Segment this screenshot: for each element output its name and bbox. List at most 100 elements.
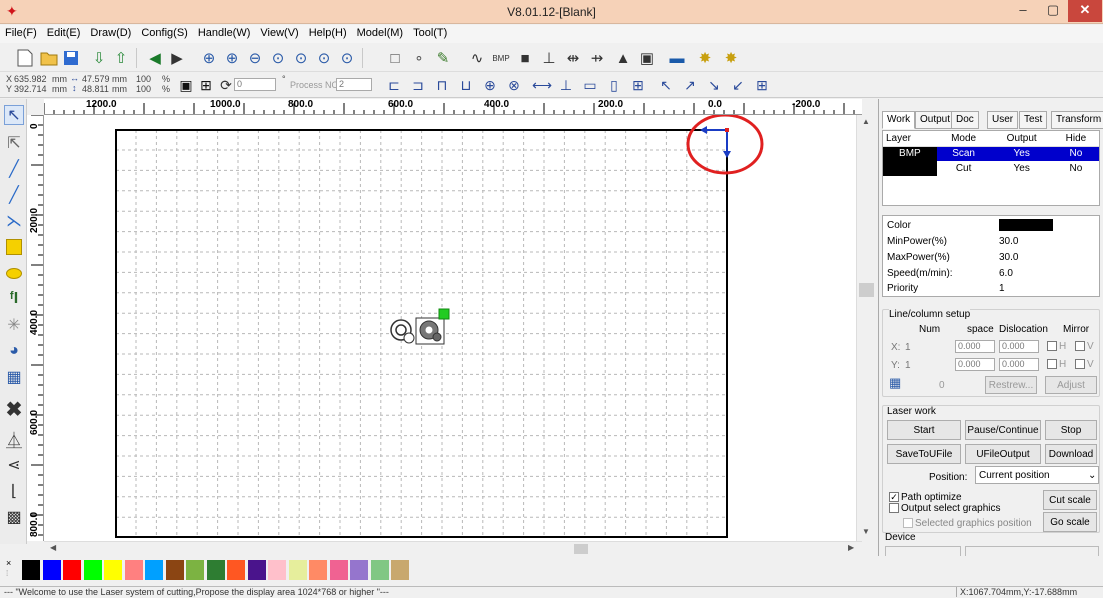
point-tool-icon[interactable]: ✳ [4, 315, 24, 335]
curve-icon[interactable]: ∿ [466, 47, 488, 69]
color-layer-2-icon[interactable]: ✸ [720, 47, 742, 69]
menu-config[interactable]: Config(S) [136, 25, 192, 39]
color-swatch[interactable] [165, 560, 184, 580]
distribute-h-icon[interactable]: ⇹ [562, 47, 584, 69]
layer-hide[interactable]: No [1053, 161, 1099, 176]
align-icon[interactable]: ⊥ [538, 47, 560, 69]
maxpower-value[interactable]: 30.0 [999, 252, 1018, 263]
priority-value[interactable]: 1 [999, 283, 1005, 294]
color-layer-icon[interactable]: ✸ [694, 47, 716, 69]
y-space[interactable]: 0.000 [955, 358, 995, 371]
close-button[interactable]: ✕ [1068, 0, 1102, 22]
scroll-down-icon[interactable]: ▼ [862, 527, 870, 536]
angle-input[interactable]: 0 [234, 78, 276, 91]
same-size-icon[interactable]: ▭ [580, 74, 600, 96]
laser-head-icon[interactable]: ▲ [612, 47, 634, 69]
color-swatch[interactable] [124, 560, 143, 580]
rectangle-select-icon[interactable]: □ [384, 47, 406, 69]
color-swatch[interactable] [370, 560, 389, 580]
process-no-input[interactable]: 2 [336, 78, 372, 91]
height-value[interactable]: 48.811 [82, 84, 109, 94]
bitmap-tool-icon[interactable]: ◕ [4, 341, 24, 361]
import-icon[interactable]: ⇩ [88, 47, 110, 69]
align-bottom-icon[interactable]: ⊔ [456, 74, 476, 96]
color-swatch[interactable] [83, 560, 102, 580]
vertical-scroll-thumb[interactable] [859, 283, 874, 297]
move-bottom-right-icon[interactable]: ↘ [704, 74, 724, 96]
color-swatch[interactable] [186, 560, 204, 580]
color-swatch[interactable] [268, 560, 286, 580]
align-left-icon[interactable]: ⊏ [384, 74, 404, 96]
layer-row-selected[interactable]: BMP Scan Yes No [883, 146, 1099, 161]
text-tool-icon[interactable]: ᶠI [4, 289, 24, 309]
bmp-icon[interactable]: BMP [490, 47, 512, 69]
color-swatch[interactable] [391, 560, 409, 580]
undo-icon[interactable]: ◀ [144, 47, 166, 69]
pause-continue-button[interactable]: Pause/Continue [965, 420, 1041, 440]
color-swatch[interactable] [309, 560, 327, 580]
x-dislocation[interactable]: 0.000 [999, 340, 1039, 353]
cut-scale-button[interactable]: Cut scale [1043, 490, 1097, 510]
export-icon[interactable]: ⇧ [110, 47, 132, 69]
color-swatch[interactable] [63, 560, 81, 580]
tab-transform[interactable]: Transform [1051, 111, 1103, 129]
color-swatch[interactable] [42, 560, 61, 580]
array-tool-icon[interactable]: ▦ [4, 367, 24, 387]
color-swatch[interactable] [104, 560, 122, 580]
center-page-icon[interactable]: ▯ [604, 74, 624, 96]
distribute-v-icon[interactable]: ⇸ [586, 47, 608, 69]
output-select-checkbox[interactable] [889, 503, 899, 514]
save-icon[interactable] [60, 47, 82, 69]
selection-handle[interactable] [438, 308, 450, 320]
same-width-icon[interactable]: ⟷ [532, 74, 552, 96]
tab-work[interactable]: Work [882, 111, 916, 129]
mirror-h-tool-icon[interactable]: ⏅ [4, 429, 24, 450]
simulate-icon[interactable]: ▣ [636, 47, 658, 69]
download-button[interactable]: Download [1045, 444, 1097, 464]
height-percent[interactable]: 100 [136, 84, 151, 94]
menu-handle[interactable]: Handle(W) [193, 25, 256, 39]
new-file-icon[interactable] [14, 47, 36, 69]
color-swatch[interactable] [247, 560, 266, 580]
color-value-swatch[interactable] [999, 219, 1053, 231]
minpower-value[interactable]: 30.0 [999, 236, 1018, 247]
layer-output[interactable]: Yes [990, 146, 1052, 161]
device-list[interactable] [885, 546, 961, 556]
zoom-pan-icon[interactable]: ⊙ [336, 47, 358, 69]
curve-tool-icon[interactable]: ⋋ [4, 211, 24, 231]
menu-help[interactable]: Help(H) [304, 25, 352, 39]
mirror-v-tool-icon[interactable]: ⋖ [4, 455, 24, 475]
scroll-up-icon[interactable]: ▲ [862, 117, 870, 126]
scroll-right-icon[interactable]: ▶ [848, 543, 854, 552]
menu-view[interactable]: View(V) [255, 25, 303, 39]
tab-output[interactable]: Output [915, 111, 956, 129]
tab-doc[interactable]: Doc [951, 111, 979, 129]
move-center-icon[interactable]: ⊞ [752, 74, 772, 96]
layer-mode[interactable]: Cut [937, 161, 991, 176]
menu-file[interactable]: File(F) [0, 25, 42, 39]
mirror-h-checkbox[interactable] [1047, 341, 1057, 352]
delete-tool-icon[interactable]: ✖ [4, 399, 24, 421]
minimize-button[interactable]: – [1008, 0, 1038, 22]
color-swatch[interactable] [227, 560, 245, 580]
maximize-button[interactable]: ▢ [1038, 0, 1068, 22]
zoom-select-icon[interactable]: ⊙ [313, 47, 335, 69]
mirror-v-checkbox[interactable] [1075, 341, 1085, 352]
lock-ratio-icon[interactable]: ▣ [176, 74, 196, 96]
horizontal-scroll-thumb[interactable] [574, 544, 588, 554]
align-right-icon[interactable]: ⊐ [408, 74, 428, 96]
x-value[interactable]: 635.982 [14, 74, 47, 84]
stop-button[interactable]: Stop [1045, 420, 1097, 440]
color-swatch[interactable] [145, 560, 163, 580]
scroll-left-icon[interactable]: ◀ [50, 543, 56, 552]
array-icon[interactable]: ■ [514, 47, 536, 69]
same-height-icon[interactable]: ⊥ [556, 74, 576, 96]
open-folder-icon[interactable] [38, 47, 60, 69]
select-arrow-icon[interactable]: ↖ [4, 105, 24, 125]
color-swatch[interactable] [329, 560, 348, 580]
array-layout-icon[interactable]: ▦ [889, 376, 905, 390]
zoom-page-icon[interactable]: ⊙ [290, 47, 312, 69]
move-bottom-left-icon[interactable]: ↙ [728, 74, 748, 96]
x-num[interactable]: 1 [905, 342, 911, 353]
width-percent[interactable]: 100 [136, 74, 151, 84]
